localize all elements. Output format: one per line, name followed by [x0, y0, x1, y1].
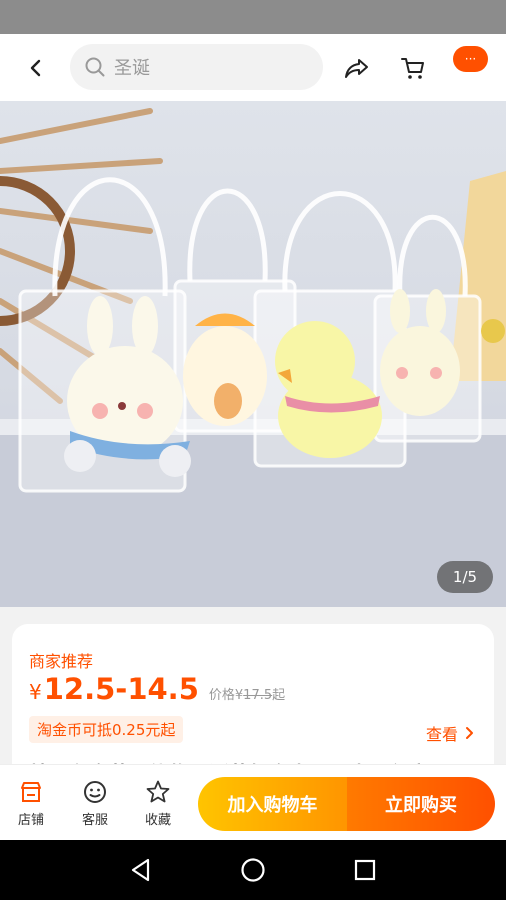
- orig-label-text: 价格: [208, 688, 235, 703]
- add-to-cart-button[interactable]: 加入购物车: [198, 777, 347, 831]
- buy-now-button[interactable]: 立即购买: [347, 777, 495, 831]
- system-nav-bar: [0, 840, 506, 900]
- more-button[interactable]: ···: [453, 46, 488, 72]
- star-icon: [146, 780, 170, 803]
- orig-currency: ¥: [234, 688, 244, 703]
- price-suffix: 起: [272, 688, 286, 703]
- nav-home-icon[interactable]: [238, 855, 268, 885]
- image-counter: 1/5: [437, 561, 493, 593]
- currency-symbol: ¥: [29, 680, 42, 704]
- search-placeholder: 圣诞: [114, 58, 150, 79]
- service-icon: [84, 781, 106, 803]
- shop-button[interactable]: 店铺: [6, 779, 56, 828]
- share-icon: [345, 59, 368, 78]
- taojinbi-coupon-badge[interactable]: 淘金币可抵0.25元起: [29, 716, 184, 743]
- search-input[interactable]: 圣诞: [70, 44, 323, 90]
- merchant-recommend-label: 商家推荐: [29, 652, 94, 671]
- back-icon: [30, 59, 41, 77]
- cart-icon: [401, 58, 424, 79]
- price-range: 12.5-14.5: [43, 672, 199, 706]
- service-label: 客服: [81, 813, 108, 828]
- view-coupon-link[interactable]: 查看: [426, 721, 478, 745]
- view-label: 查看: [425, 725, 458, 744]
- original-price-label: 价格¥: [209, 684, 243, 703]
- favorite-label: 收藏: [144, 813, 171, 828]
- product-info-card: 商家推荐 ¥ 12.5-14.5 价格¥ 17.5 起 淘金币可抵0.25元起 …: [12, 624, 494, 786]
- top-bar: 圣诞 ···: [0, 34, 506, 101]
- cart-button[interactable]: [397, 52, 429, 84]
- customer-service-button[interactable]: 客服: [70, 779, 120, 828]
- more-icon: ···: [464, 52, 477, 66]
- price-row: ¥ 12.5-14.5 价格¥ 17.5 起: [29, 672, 285, 706]
- favorite-button[interactable]: 收藏: [133, 779, 183, 828]
- bottom-action-bar: 店铺 客服 收藏 加入购物车 立即购买: [0, 764, 506, 840]
- status-bar: [0, 0, 506, 34]
- nav-back-icon[interactable]: [126, 855, 156, 885]
- original-price: 17.5: [243, 688, 273, 703]
- product-image[interactable]: 1/5: [0, 101, 506, 607]
- product-photo-illustration: [0, 108, 506, 607]
- chevron-right-icon: [466, 727, 473, 739]
- nav-recents-icon[interactable]: [350, 855, 380, 885]
- shop-label: 店铺: [17, 813, 44, 828]
- back-button[interactable]: [20, 52, 52, 84]
- search-icon: [85, 57, 105, 77]
- shop-icon: [21, 782, 41, 802]
- share-button[interactable]: [341, 52, 373, 84]
